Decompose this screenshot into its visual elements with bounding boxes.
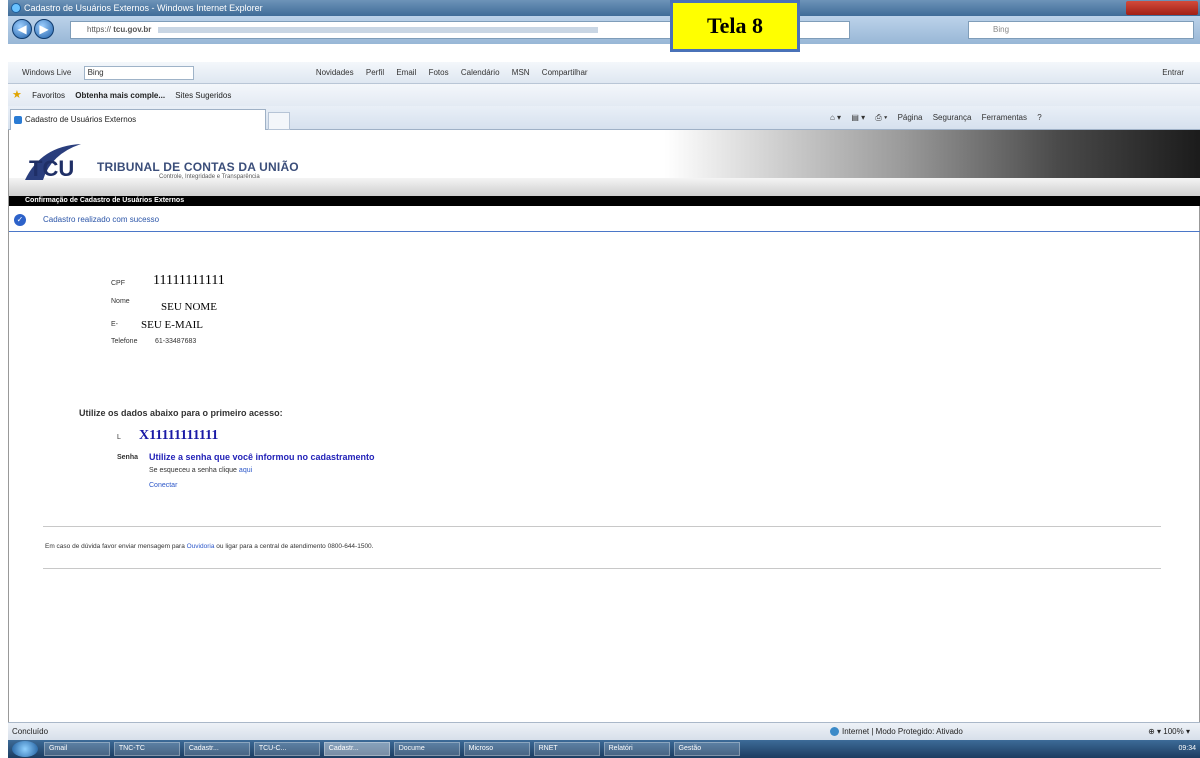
search-box[interactable]: Bing <box>968 21 1194 39</box>
forgot-password-link[interactable]: aqui <box>239 467 252 474</box>
cmd-pagina[interactable]: Página <box>898 110 923 126</box>
tab-row: Cadastro de Usuários Externos ⌂ ▾ ▤ ▾ ⎙ … <box>8 106 1200 130</box>
window-title: Cadastro de Usuários Externos - Windows … <box>24 3 263 13</box>
org-title: TRIBUNAL DE CONTAS DA UNIÃO <box>97 160 299 174</box>
page-title-bar: Confirmação de Cadastro de Usuários Exte… <box>9 196 1200 206</box>
tab-cadastro[interactable]: Cadastro de Usuários Externos <box>10 109 266 130</box>
help-icon[interactable]: ? <box>1037 110 1041 126</box>
favorites-bar: ★ Favoritos Obtenha mais comple... Sites… <box>8 84 1200 106</box>
taskbar-item[interactable]: TNC-TC <box>113 742 180 756</box>
cpf-value: 11111111111 <box>153 273 225 288</box>
taskbar-item[interactable]: Docume <box>393 742 460 756</box>
tcu-logo: TCU <box>25 144 81 181</box>
taskbar-item[interactable]: Relatóri <box>603 742 670 756</box>
window-title-bar: Cadastro de Usuários Externos - Windows … <box>8 0 1200 16</box>
url-domain: tcu.gov.br <box>113 25 152 34</box>
success-message: ✓ Cadastro realizado com sucesso <box>9 208 1200 232</box>
zone-text: Internet | Modo Protegido: Ativado <box>842 727 963 736</box>
senha-label: Senha <box>117 454 139 461</box>
wl-link-compartilhar[interactable]: Compartilhar <box>542 62 588 84</box>
divider-top <box>43 526 1161 527</box>
forward-button[interactable]: ▶ <box>34 19 54 39</box>
footer-pre: Em caso de dúvida favor enviar mensagem … <box>45 543 185 550</box>
windows-live-brand[interactable]: Windows Live <box>22 62 71 84</box>
taskbar-item[interactable]: RNET <box>533 742 600 756</box>
taskbar-item[interactable]: TCU-C... <box>253 742 320 756</box>
telefone-label: Telefone <box>111 338 138 345</box>
wl-link-perfil[interactable]: Perfil <box>366 62 384 84</box>
taskbar-item-active[interactable]: Cadastr... <box>323 742 390 756</box>
login-label: L <box>117 434 121 441</box>
tcu-banner: TCU TRIBUNAL DE CONTAS DA UNIÃO Controle… <box>9 130 1200 196</box>
page-icon <box>14 116 22 124</box>
ouvidoria-link[interactable]: Ouvidoria <box>187 543 215 550</box>
wl-search-input[interactable]: Bing <box>83 65 194 80</box>
cmd-seguranca[interactable]: Segurança <box>933 110 972 126</box>
globe-icon <box>830 727 839 737</box>
login-value: X11111111111 <box>139 428 219 443</box>
favorites-item-sites[interactable]: Sites Sugeridos <box>175 85 231 107</box>
back-button[interactable]: ◀ <box>12 19 32 39</box>
wl-link-fotos[interactable]: Fotos <box>429 62 449 84</box>
banner-band <box>9 178 1200 196</box>
divider-bottom <box>43 568 1161 569</box>
forgot-password-hint: Se esqueceu a senha clique aqui <box>149 467 252 474</box>
email-label: E- <box>111 321 118 328</box>
ie-icon <box>11 3 21 13</box>
favorites-star-icon[interactable]: ★ <box>12 84 22 106</box>
cmd-ferramentas[interactable]: Ferramentas <box>982 110 1027 126</box>
taskbar-item[interactable]: Cadastr... <box>183 742 250 756</box>
org-tagline: Controle, Integridade e Transparência <box>159 174 260 180</box>
taskbar-item[interactable]: Microso <box>463 742 530 756</box>
tab-title: Cadastro de Usuários Externos <box>25 115 137 124</box>
tcu-logo-text: TCU <box>29 156 74 181</box>
cpf-label: CPF <box>111 280 125 287</box>
address-row: ◀ ▶ https:// tcu.gov.br Bing <box>8 16 1200 44</box>
access-title: Utilize os dados abaixo para o primeiro … <box>79 408 283 418</box>
telefone-value: 61-33487683 <box>155 338 197 345</box>
favorites-label[interactable]: Favoritos <box>32 85 65 107</box>
wl-link-msn[interactable]: MSN <box>512 62 530 84</box>
nome-value: SEU NOME <box>161 301 217 313</box>
home-icon[interactable]: ⌂ ▾ <box>830 110 841 126</box>
senha-value: Utilize a senha que você informou no cad… <box>149 452 375 462</box>
taskbar-item[interactable]: Gmail <box>43 742 110 756</box>
url-prefix: https:// <box>87 25 112 34</box>
footer-post: ou ligar para a central de atendimento 0… <box>216 543 374 550</box>
tela-label-overlay: Tela 8 <box>670 0 800 52</box>
feeds-icon[interactable]: ▤ ▾ <box>851 110 865 126</box>
connect-link[interactable]: Conectar <box>149 482 177 489</box>
print-icon[interactable]: ⎙ ▾ <box>875 110 887 126</box>
start-button[interactable] <box>12 741 38 757</box>
new-tab-button[interactable] <box>268 112 290 130</box>
command-bar: ⌂ ▾ ▤ ▾ ⎙ ▾ Página Segurança Ferramentas… <box>830 110 1200 126</box>
footer-text: Em caso de dúvida favor enviar mensagem … <box>45 543 373 550</box>
favorites-item-obtenha[interactable]: Obtenha mais comple... <box>75 85 165 107</box>
wl-link-novidades[interactable]: Novidades <box>316 62 354 84</box>
wl-link-email[interactable]: Email <box>396 62 416 84</box>
window-controls[interactable] <box>1126 1 1198 15</box>
clock[interactable]: 09:34 <box>1178 740 1196 758</box>
page-content: TCU TRIBUNAL DE CONTAS DA UNIÃO Controle… <box>8 130 1200 722</box>
hint-text: Se esqueceu a senha clique <box>149 467 237 474</box>
url-path-blurred <box>157 26 598 33</box>
wl-link-calendario[interactable]: Calendário <box>461 62 500 84</box>
windows-live-toolbar: Windows Live Bing Novidades Perfil Email… <box>8 62 1200 84</box>
wl-entrar[interactable]: Entrar <box>1162 62 1184 84</box>
zoom-value: 100% <box>1163 727 1184 736</box>
taskbar-item[interactable]: Gestão <box>673 742 740 756</box>
success-text: Cadastro realizado com sucesso <box>43 215 160 224</box>
email-value: SEU E-MAIL <box>141 319 204 331</box>
zoom-level[interactable]: ⊕ ▾ 100% ▾ <box>1148 723 1190 741</box>
nome-label: Nome <box>111 298 130 305</box>
security-zone[interactable]: Internet | Modo Protegido: Ativado <box>830 723 963 741</box>
check-icon: ✓ <box>14 214 26 226</box>
status-bar: Concluído Internet | Modo Protegido: Ati… <box>8 722 1200 740</box>
taskbar: Gmail TNC-TC Cadastr... TCU-C... Cadastr… <box>8 740 1200 758</box>
status-text: Concluído <box>12 727 49 736</box>
